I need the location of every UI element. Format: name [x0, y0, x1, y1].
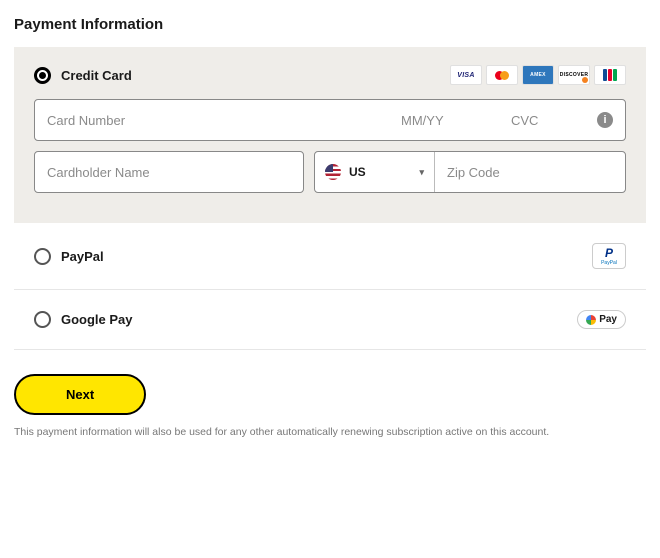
- country-select[interactable]: US ▾: [315, 152, 435, 192]
- cardholder-name-input[interactable]: [47, 165, 291, 180]
- discover-icon: DISCOVER: [558, 65, 590, 85]
- credit-card-option-row: Credit Card VISA AMEX DISCOVER: [34, 65, 626, 99]
- page-heading: Payment Information: [14, 16, 646, 33]
- card-expiry-input[interactable]: [401, 113, 511, 128]
- google-pay-option-row: Google Pay Pay: [14, 290, 646, 350]
- cardholder-name-field: [34, 151, 304, 193]
- disclaimer-text: This payment information will also be us…: [14, 425, 646, 440]
- google-pay-radio[interactable]: Google Pay: [34, 311, 133, 328]
- radio-unselected-icon: [34, 248, 51, 265]
- amex-icon: AMEX: [522, 65, 554, 85]
- card-brand-icons: VISA AMEX DISCOVER: [450, 65, 626, 85]
- paypal-label: PayPal: [61, 249, 104, 264]
- credit-card-panel: Credit Card VISA AMEX DISCOVER i US ▾: [14, 47, 646, 223]
- cvc-info-icon[interactable]: i: [597, 112, 613, 128]
- google-pay-icon: Pay: [577, 310, 626, 329]
- credit-card-radio[interactable]: Credit Card: [34, 67, 132, 84]
- chevron-down-icon: ▾: [419, 167, 424, 178]
- card-cvc-input[interactable]: [511, 113, 591, 128]
- card-number-row: i: [34, 99, 626, 141]
- country-zip-combo: US ▾: [314, 151, 626, 193]
- us-flag-icon: [325, 164, 341, 180]
- zip-input[interactable]: [447, 165, 613, 180]
- cardholder-row: US ▾: [34, 151, 626, 193]
- country-code: US: [349, 165, 366, 179]
- next-button[interactable]: Next: [14, 374, 146, 415]
- alt-payment-section: PayPal P PayPal Google Pay Pay: [14, 223, 646, 350]
- google-logo-icon: [586, 315, 596, 325]
- card-number-input[interactable]: [47, 113, 401, 128]
- mastercard-icon: [486, 65, 518, 85]
- radio-selected-icon: [34, 67, 51, 84]
- zip-field: [435, 152, 625, 192]
- radio-unselected-icon: [34, 311, 51, 328]
- credit-card-label: Credit Card: [61, 68, 132, 83]
- google-pay-label: Google Pay: [61, 312, 133, 327]
- jcb-icon: [594, 65, 626, 85]
- gpay-text: Pay: [599, 314, 617, 325]
- paypal-option-row: PayPal P PayPal: [14, 223, 646, 290]
- paypal-radio[interactable]: PayPal: [34, 248, 104, 265]
- paypal-icon: P PayPal: [592, 243, 626, 269]
- visa-icon: VISA: [450, 65, 482, 85]
